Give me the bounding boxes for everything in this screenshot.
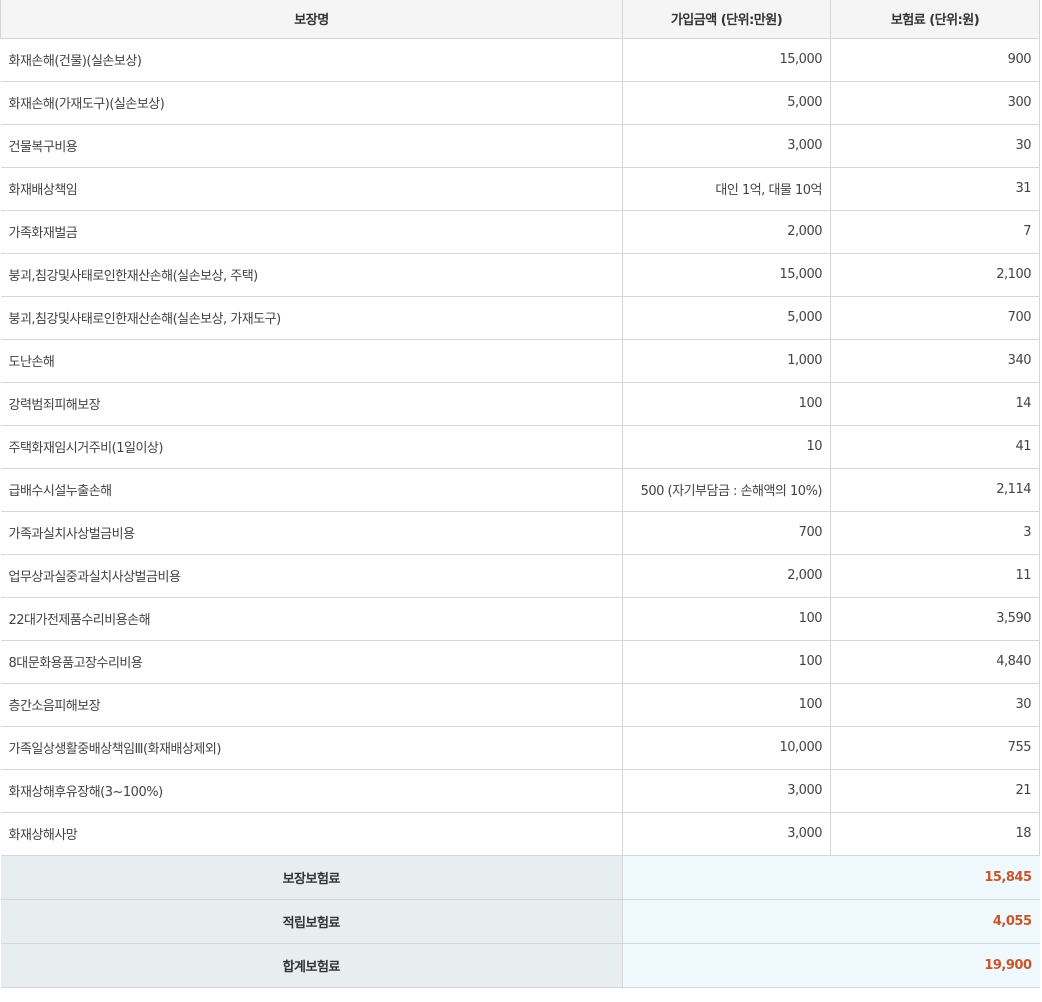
insured-amount-cell: 3,000: [622, 124, 831, 168]
premium-cell: 18: [830, 812, 1040, 856]
coverage-name-cell: 화재상해후유장해(3~100%): [0, 769, 623, 813]
table-row: 가족일상생활중배상책임Ⅲ(화재배상제외) 10,000 755: [0, 726, 1040, 770]
table-row: 화재상해후유장해(3~100%) 3,000 21: [0, 769, 1040, 813]
table-row: 건물복구비용 3,000 30: [0, 124, 1040, 168]
summary-value: 15,845: [622, 855, 1040, 900]
table-row: 층간소음피해보장 100 30: [0, 683, 1040, 727]
coverage-name-cell: 화재배상책임: [0, 167, 623, 211]
coverage-name-cell: 도난손해: [0, 339, 623, 383]
table-row: 도난손해 1,000 340: [0, 339, 1040, 383]
table-row: 붕괴,침강및사태로인한재산손해(실손보상, 주택) 15,000 2,100: [0, 253, 1040, 297]
premium-cell: 14: [830, 382, 1040, 426]
insured-amount-cell: 5,000: [622, 296, 831, 340]
premium-cell: 41: [830, 425, 1040, 469]
summary-row: 보장보험료 15,845: [0, 855, 1040, 900]
summary-label: 합계보험료: [0, 943, 623, 988]
insured-amount-cell: 100: [622, 382, 831, 426]
coverage-name-cell: 가족화재벌금: [0, 210, 623, 254]
coverage-name-cell: 붕괴,침강및사태로인한재산손해(실손보상, 가재도구): [0, 296, 623, 340]
table-row: 가족과실치사상벌금비용 700 3: [0, 511, 1040, 555]
table-row: 8대문화용품고장수리비용 100 4,840: [0, 640, 1040, 684]
summary-label: 적립보험료: [0, 899, 623, 944]
coverage-name-cell: 주택화재임시거주비(1일이상): [0, 425, 623, 469]
premium-cell: 300: [830, 81, 1040, 125]
premium-cell: 4,840: [830, 640, 1040, 684]
coverage-name-cell: 화재손해(건물)(실손보상): [0, 38, 623, 82]
summary-label: 보장보험료: [0, 855, 623, 900]
premium-cell: 340: [830, 339, 1040, 383]
table-row: 화재배상책임 대인 1억, 대물 10억 31: [0, 167, 1040, 211]
table-row: 가족화재벌금 2,000 7: [0, 210, 1040, 254]
premium-cell: 900: [830, 38, 1040, 82]
table-row: 강력범죄피해보장 100 14: [0, 382, 1040, 426]
insured-amount-cell: 15,000: [622, 253, 831, 297]
table-row: 주택화재임시거주비(1일이상) 10 41: [0, 425, 1040, 469]
table-row: 붕괴,침강및사태로인한재산손해(실손보상, 가재도구) 5,000 700: [0, 296, 1040, 340]
table-summary: 보장보험료 15,845 적립보험료 4,055 합계보험료 19,900: [0, 855, 1040, 988]
insured-amount-cell: 1,000: [622, 339, 831, 383]
header-premium: 보험료 (단위:원): [830, 0, 1040, 39]
header-insured-amount: 가입금액 (단위:만원): [622, 0, 831, 39]
premium-cell: 31: [830, 167, 1040, 211]
premium-cell: 700: [830, 296, 1040, 340]
coverage-name-cell: 급배수시설누출손해: [0, 468, 623, 512]
table-row: 22대가전제품수리비용손해 100 3,590: [0, 597, 1040, 641]
coverage-name-cell: 건물복구비용: [0, 124, 623, 168]
table-row: 업무상과실중과실치사상벌금비용 2,000 11: [0, 554, 1040, 598]
insured-amount-cell: 대인 1억, 대물 10억: [622, 167, 831, 211]
premium-cell: 2,100: [830, 253, 1040, 297]
premium-cell: 755: [830, 726, 1040, 770]
premium-cell: 30: [830, 683, 1040, 727]
summary-row: 적립보험료 4,055: [0, 899, 1040, 944]
insured-amount-cell: 10: [622, 425, 831, 469]
coverage-name-cell: 가족일상생활중배상책임Ⅲ(화재배상제외): [0, 726, 623, 770]
premium-cell: 3,590: [830, 597, 1040, 641]
insured-amount-cell: 100: [622, 597, 831, 641]
table-body: 화재손해(건물)(실손보상) 15,000 900 화재손해(가재도구)(실손보상) 5…: [0, 38, 1040, 856]
insured-amount-cell: 3,000: [622, 812, 831, 856]
insured-amount-cell: 700: [622, 511, 831, 555]
coverage-name-cell: 붕괴,침강및사태로인한재산손해(실손보상, 주택): [0, 253, 623, 297]
premium-cell: 30: [830, 124, 1040, 168]
header-row: 보장명 가입금액 (단위:만원) 보험료 (단위:원): [0, 0, 1040, 39]
premium-cell: 21: [830, 769, 1040, 813]
coverage-name-cell: 22대가전제품수리비용손해: [0, 597, 623, 641]
table-row: 화재상해사망 3,000 18: [0, 812, 1040, 856]
insured-amount-cell: 5,000: [622, 81, 831, 125]
coverage-name-cell: 8대문화용품고장수리비용: [0, 640, 623, 684]
table-row: 화재손해(가재도구)(실손보상) 5,000 300: [0, 81, 1040, 125]
summary-row: 합계보험료 19,900: [0, 943, 1040, 988]
premium-cell: 3: [830, 511, 1040, 555]
premium-cell: 2,114: [830, 468, 1040, 512]
premium-cell: 7: [830, 210, 1040, 254]
insured-amount-cell: 3,000: [622, 769, 831, 813]
insured-amount-cell: 2,000: [622, 554, 831, 598]
summary-value: 19,900: [622, 943, 1040, 988]
header-coverage-name: 보장명: [0, 0, 623, 39]
insured-amount-cell: 10,000: [622, 726, 831, 770]
table-row: 화재손해(건물)(실손보상) 15,000 900: [0, 38, 1040, 82]
coverage-name-cell: 화재상해사망: [0, 812, 623, 856]
insured-amount-cell: 2,000: [622, 210, 831, 254]
insured-amount-cell: 15,000: [622, 38, 831, 82]
insured-amount-cell: 100: [622, 640, 831, 684]
premium-cell: 11: [830, 554, 1040, 598]
summary-value: 4,055: [622, 899, 1040, 944]
insured-amount-cell: 500 (자기부담금 : 손해액의 10%): [622, 468, 831, 512]
coverage-table: 보장명 가입금액 (단위:만원) 보험료 (단위:원) 화재손해(건물)(실손보…: [0, 0, 1040, 988]
coverage-name-cell: 층간소음피해보장: [0, 683, 623, 727]
coverage-name-cell: 업무상과실중과실치사상벌금비용: [0, 554, 623, 598]
table-header: 보장명 가입금액 (단위:만원) 보험료 (단위:원): [0, 0, 1040, 39]
coverage-name-cell: 강력범죄피해보장: [0, 382, 623, 426]
coverage-name-cell: 화재손해(가재도구)(실손보상): [0, 81, 623, 125]
insured-amount-cell: 100: [622, 683, 831, 727]
coverage-name-cell: 가족과실치사상벌금비용: [0, 511, 623, 555]
table-row: 급배수시설누출손해 500 (자기부담금 : 손해액의 10%) 2,114: [0, 468, 1040, 512]
